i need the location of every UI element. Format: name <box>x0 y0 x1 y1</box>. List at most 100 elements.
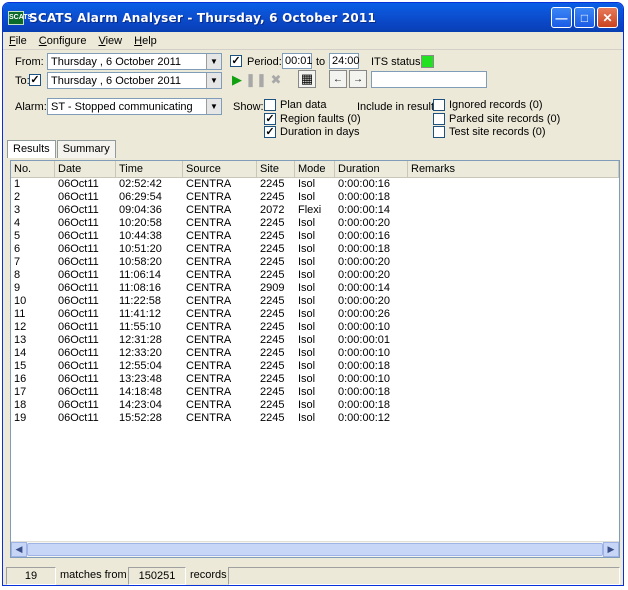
table-cell: 2245 <box>260 230 285 242</box>
find-next-icon[interactable]: → <box>349 70 367 88</box>
table-cell: CENTRA <box>186 399 232 411</box>
table-row[interactable]: 12 06Oct11 11:55:10 CENTRA 2245 Isol 0:00:00:1… <box>11 321 619 334</box>
include-test-option[interactable]: Test site records (0) <box>433 126 546 138</box>
table-cell: 06Oct11 <box>58 412 99 424</box>
column-header[interactable]: Site <box>257 161 295 177</box>
menu-view[interactable]: View <box>98 35 122 47</box>
region-faults-checkbox[interactable]: ✓ <box>264 113 276 125</box>
table-cell: 06Oct11 <box>58 308 99 320</box>
title-bar[interactable]: SCATS SCATS Alarm Analyser - Thursday, 6… <box>3 3 623 32</box>
show-region-faults-option[interactable]: ✓ Region faults (0) <box>264 113 361 125</box>
minimize-button[interactable]: — <box>551 7 572 28</box>
column-header[interactable]: Time <box>116 161 183 177</box>
include-parked-option[interactable]: Parked site records (0) <box>433 113 560 125</box>
table-cell: Isol <box>298 360 316 372</box>
table-cell <box>408 243 619 256</box>
table-row[interactable]: 18 06Oct11 14:23:04 CENTRA 2245 Isol 0:00:00:1… <box>11 399 619 412</box>
table-cell <box>408 191 619 204</box>
column-header[interactable]: Remarks <box>408 161 619 177</box>
table-cell: 6 <box>14 243 21 255</box>
maximize-button[interactable]: □ <box>574 7 595 28</box>
table-row[interactable]: 11 06Oct11 11:41:12 CENTRA 2245 Isol 0:00:00:2… <box>11 308 619 321</box>
chevron-down-icon[interactable]: ▼ <box>206 54 221 69</box>
table-cell: 09:04:36 <box>119 204 162 216</box>
table-cell: CENTRA <box>186 373 232 385</box>
show-duration-days-option[interactable]: ✓ Duration in days <box>264 126 360 138</box>
table-row[interactable]: 17 06Oct11 14:18:48 CENTRA 2245 Isol 0:00:00:1… <box>11 386 619 399</box>
play-icon[interactable]: ▶ <box>228 71 246 89</box>
column-header[interactable]: Mode <box>295 161 335 177</box>
table-row[interactable]: 13 06Oct11 12:31:28 CENTRA 2245 Isol 0:00:00:0… <box>11 334 619 347</box>
test-records-checkbox[interactable] <box>433 126 445 138</box>
table-cell: 2245 <box>260 412 285 424</box>
table-row[interactable]: 16 06Oct11 13:23:48 CENTRA 2245 Isol 0:00:00:1… <box>11 373 619 386</box>
period-end-input[interactable]: 24:00 <box>329 53 360 69</box>
table-cell: 06Oct11 <box>58 204 99 216</box>
table-cell: 0:00:00:18 <box>338 360 390 372</box>
alarm-select[interactable]: ST - Stopped communicating ▼ <box>47 98 222 115</box>
find-previous-icon[interactable]: ← <box>329 70 347 88</box>
table-cell: 8 <box>14 269 21 281</box>
table-cell: 06Oct11 <box>58 269 99 281</box>
column-header[interactable]: No. <box>11 161 55 177</box>
table-row[interactable]: 2 06Oct11 06:29:54 CENTRA 2245 Isol 0:00:00:18 <box>11 191 619 204</box>
table-row[interactable]: 15 06Oct11 12:55:04 CENTRA 2245 Isol 0:00:00:1… <box>11 360 619 373</box>
tab-results[interactable]: Results <box>7 140 56 158</box>
chevron-down-icon[interactable]: ▼ <box>206 73 221 88</box>
menu-help[interactable]: Help <box>134 35 157 47</box>
to-date-picker[interactable]: Thursday , 6 October 2011 ▼ <box>47 72 222 89</box>
scrollbar-thumb[interactable] <box>27 543 603 556</box>
include-ignored-option[interactable]: Ignored records (0) <box>433 99 543 111</box>
table-row[interactable]: 6 06Oct11 10:51:20 CENTRA 2245 Isol 0:00:00:18 <box>11 243 619 256</box>
table-row[interactable]: 9 06Oct11 11:08:16 CENTRA 2909 Isol 0:00:00:14 <box>11 282 619 295</box>
search-input[interactable] <box>371 71 487 88</box>
scroll-left-icon[interactable]: ◀ <box>11 542 27 557</box>
table-row[interactable]: 7 06Oct11 10:58:20 CENTRA 2245 Isol 0:00:00:20 <box>11 256 619 269</box>
table-cell <box>408 269 619 282</box>
table-row[interactable]: 3 06Oct11 09:04:36 CENTRA 2072 Flexi 0:00:00:1… <box>11 204 619 217</box>
table-row[interactable]: 4 06Oct11 10:20:58 CENTRA 2245 Isol 0:00:00:20 <box>11 217 619 230</box>
table-cell: 0:00:00:10 <box>338 321 390 333</box>
column-header[interactable]: Source <box>183 161 257 177</box>
menu-configure[interactable]: Configure <box>39 35 87 47</box>
plan-data-checkbox[interactable] <box>264 99 276 111</box>
ignored-records-checkbox[interactable] <box>433 99 445 111</box>
table-row[interactable]: 8 06Oct11 11:06:14 CENTRA 2245 Isol 0:00:00:20 <box>11 269 619 282</box>
table-cell: 13:23:48 <box>119 373 162 385</box>
column-header[interactable]: Date <box>55 161 116 177</box>
show-plan-data-option[interactable]: Plan data <box>264 99 326 111</box>
pause-icon[interactable]: ❚❚ <box>245 71 267 89</box>
window-title: SCATS Alarm Analyser - Thursday, 6 Octob… <box>29 10 377 25</box>
period-checkbox[interactable]: ✓ <box>230 55 242 67</box>
horizontal-scrollbar[interactable]: ◀ ▶ <box>11 541 619 557</box>
period-start-input[interactable]: 00:01 <box>282 53 313 69</box>
from-date-picker[interactable]: Thursday , 6 October 2011 ▼ <box>47 53 222 70</box>
table-row[interactable]: 10 06Oct11 11:22:58 CENTRA 2245 Isol 0:00:00:2… <box>11 295 619 308</box>
status-bar: 19 matches from 150251 records <box>6 567 620 585</box>
table-cell: 0:00:00:26 <box>338 308 390 320</box>
chevron-down-icon[interactable]: ▼ <box>206 99 221 114</box>
results-list[interactable]: No. Date Time Source Site Mode Duration … <box>10 160 620 558</box>
table-row[interactable]: 5 06Oct11 10:44:38 CENTRA 2245 Isol 0:00:00:16 <box>11 230 619 243</box>
calculator-icon[interactable]: ▦ <box>298 70 316 88</box>
table-cell: 10 <box>14 295 27 307</box>
parked-records-checkbox[interactable] <box>433 113 445 125</box>
duration-days-checkbox[interactable]: ✓ <box>264 126 276 138</box>
table-row[interactable]: 1 06Oct11 02:52:42 CENTRA 2245 Isol 0:00:00:16 <box>11 178 619 191</box>
menu-file[interactable]: File <box>9 35 27 47</box>
table-cell: CENTRA <box>186 178 232 190</box>
table-cell: 3 <box>14 204 21 216</box>
tab-summary[interactable]: Summary <box>56 140 116 158</box>
table-cell: CENTRA <box>186 217 232 229</box>
table-cell: 0:00:00:16 <box>338 230 390 242</box>
scroll-right-icon[interactable]: ▶ <box>603 542 619 557</box>
stop-icon[interactable]: ✖ <box>267 71 285 89</box>
to-checkbox[interactable]: ✓ <box>29 74 41 86</box>
column-header[interactable]: Duration <box>335 161 408 177</box>
table-row[interactable]: 19 06Oct11 15:52:28 CENTRA 2245 Isol 0:00:00:1… <box>11 412 619 425</box>
table-cell: 06Oct11 <box>58 386 99 398</box>
table-cell: 0:00:00:01 <box>338 334 390 346</box>
table-row[interactable]: 14 06Oct11 12:33:20 CENTRA 2245 Isol 0:00:00:1… <box>11 347 619 360</box>
table-cell: 17 <box>14 386 27 398</box>
close-button[interactable]: ✕ <box>597 7 618 28</box>
